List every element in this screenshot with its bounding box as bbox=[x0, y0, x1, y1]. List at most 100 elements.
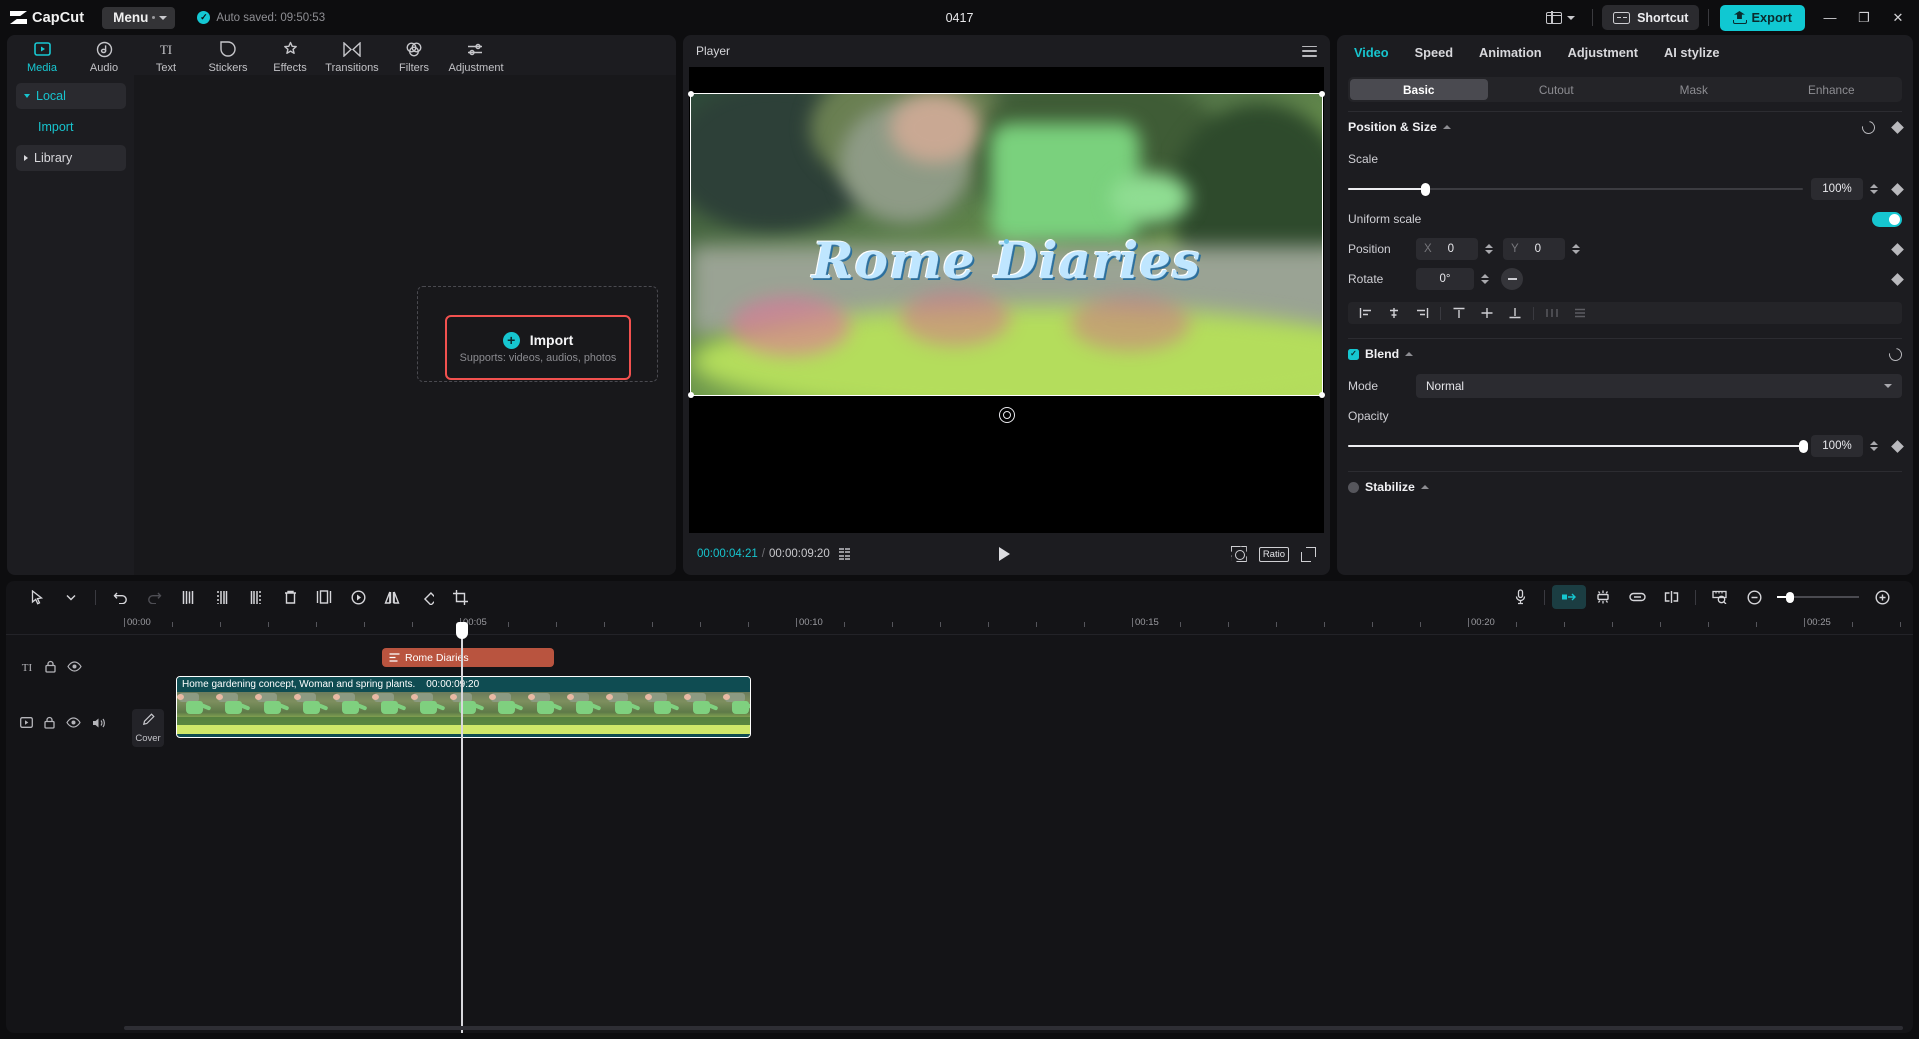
blend-checkbox[interactable]: ✓ bbox=[1348, 349, 1359, 360]
playhead[interactable] bbox=[461, 635, 463, 1033]
trim-right-icon[interactable] bbox=[239, 585, 273, 609]
nav-tab-audio[interactable]: Audio bbox=[73, 36, 135, 74]
undo-icon[interactable] bbox=[103, 585, 137, 609]
sidebar-item-local[interactable]: Local bbox=[16, 83, 126, 109]
sidebar-item-library[interactable]: Library bbox=[16, 145, 126, 171]
lock-icon[interactable] bbox=[44, 716, 55, 729]
stabilize-checkbox[interactable] bbox=[1348, 482, 1359, 493]
rotate-stepper[interactable] bbox=[1478, 270, 1491, 288]
link-icon[interactable] bbox=[1620, 585, 1654, 609]
tab-ai-stylize[interactable]: AI stylize bbox=[1664, 45, 1719, 60]
keyframe-icon[interactable] bbox=[1891, 440, 1904, 453]
nav-tab-effects[interactable]: Effects bbox=[259, 36, 321, 74]
close-button[interactable]: ✕ bbox=[1881, 3, 1915, 33]
sidebar-item-import[interactable]: Import bbox=[16, 114, 126, 140]
tab-adjustment[interactable]: Adjustment bbox=[1568, 45, 1638, 60]
zoom-out-icon[interactable] bbox=[1737, 585, 1771, 609]
opacity-stepper[interactable] bbox=[1867, 437, 1880, 455]
rotate-icon[interactable] bbox=[409, 585, 443, 609]
position-x-field[interactable]: X 0 bbox=[1416, 238, 1478, 260]
shortcut-button[interactable]: Shortcut bbox=[1602, 5, 1699, 30]
delete-icon[interactable] bbox=[273, 585, 307, 609]
export-button[interactable]: Export bbox=[1720, 5, 1805, 31]
maximize-button[interactable]: ❐ bbox=[1847, 3, 1881, 33]
position-y-stepper[interactable] bbox=[1569, 240, 1582, 258]
opacity-value[interactable]: 100% bbox=[1811, 435, 1863, 457]
segment-enhance[interactable]: Enhance bbox=[1763, 79, 1901, 100]
keyframe-icon[interactable] bbox=[1891, 183, 1904, 196]
keyframe-icon[interactable] bbox=[1891, 273, 1904, 286]
reset-icon[interactable] bbox=[1859, 118, 1877, 136]
align-bottom-icon[interactable] bbox=[1501, 303, 1529, 323]
segment-basic[interactable]: Basic bbox=[1350, 79, 1488, 100]
distribute-vertical-icon[interactable] bbox=[1566, 303, 1594, 323]
tab-animation[interactable]: Animation bbox=[1479, 45, 1542, 60]
timeline-zoom-slider[interactable] bbox=[1777, 591, 1859, 603]
align-top-icon[interactable] bbox=[1445, 303, 1473, 323]
nav-tab-transitions[interactable]: Transitions bbox=[321, 36, 383, 74]
magnet-icon[interactable] bbox=[1552, 585, 1586, 609]
play-button[interactable] bbox=[999, 547, 1010, 561]
playhead-handle[interactable] bbox=[456, 622, 468, 639]
zoom-fit-icon[interactable] bbox=[1231, 546, 1247, 562]
align-center-vertical-icon[interactable] bbox=[1473, 303, 1501, 323]
chevron-up-icon[interactable] bbox=[1405, 352, 1413, 356]
nav-tab-filters[interactable]: Filters bbox=[383, 36, 445, 74]
keyframe-icon[interactable] bbox=[1891, 243, 1904, 256]
rotate-handle-icon[interactable] bbox=[999, 407, 1015, 423]
keyframe-icon[interactable] bbox=[1891, 121, 1904, 134]
crop-icon[interactable] bbox=[443, 585, 477, 609]
timeline-video-clip[interactable]: Home gardening concept, Woman and spring… bbox=[176, 676, 751, 738]
scale-stepper[interactable] bbox=[1867, 180, 1880, 198]
align-center-horizontal-icon[interactable] bbox=[1380, 303, 1408, 323]
hamburger-icon[interactable] bbox=[1302, 46, 1317, 57]
zoom-in-icon[interactable] bbox=[1865, 585, 1899, 609]
menu-button[interactable]: Menu bbox=[102, 7, 175, 29]
auto-adjust-icon[interactable] bbox=[1586, 585, 1620, 609]
chevron-up-icon[interactable] bbox=[1421, 485, 1429, 489]
freeze-frame-icon[interactable] bbox=[307, 585, 341, 609]
tab-video[interactable]: Video bbox=[1354, 45, 1389, 60]
import-button[interactable]: + Import Supports: videos, audios, photo… bbox=[445, 315, 631, 380]
nav-tab-stickers[interactable]: Stickers bbox=[197, 36, 259, 74]
position-x-stepper[interactable] bbox=[1482, 240, 1495, 258]
volume-icon[interactable] bbox=[92, 717, 106, 729]
eye-icon[interactable] bbox=[66, 717, 81, 728]
blend-mode-select[interactable]: Normal bbox=[1416, 374, 1902, 398]
trim-left-icon[interactable] bbox=[205, 585, 239, 609]
unlink-icon[interactable] bbox=[1654, 585, 1688, 609]
timeline-ruler[interactable]: 00:00 00:05 00:10 00:15 00:20 00:25 bbox=[6, 613, 1913, 635]
mirror-icon[interactable] bbox=[375, 585, 409, 609]
nav-tab-media[interactable]: Media bbox=[11, 36, 73, 74]
eye-icon[interactable] bbox=[67, 661, 82, 672]
frames-icon[interactable] bbox=[839, 548, 851, 561]
minimize-button[interactable]: — bbox=[1813, 3, 1847, 33]
scale-slider[interactable] bbox=[1348, 182, 1803, 196]
lock-icon[interactable] bbox=[45, 660, 56, 673]
rotate-value[interactable]: 0° bbox=[1416, 268, 1474, 290]
reset-icon[interactable] bbox=[1886, 345, 1904, 363]
align-right-icon[interactable] bbox=[1408, 303, 1436, 323]
ratio-button[interactable]: Ratio bbox=[1259, 547, 1289, 562]
cover-button[interactable]: Cover bbox=[132, 709, 164, 747]
align-left-icon[interactable] bbox=[1352, 303, 1380, 323]
microphone-icon[interactable] bbox=[1503, 585, 1537, 609]
position-y-field[interactable]: Y 0 bbox=[1503, 238, 1565, 260]
distribute-horizontal-icon[interactable] bbox=[1538, 303, 1566, 323]
chevron-down-icon[interactable] bbox=[54, 585, 88, 609]
scale-value[interactable]: 100% bbox=[1811, 178, 1863, 200]
opacity-slider[interactable] bbox=[1348, 439, 1803, 453]
timeline-text-clip[interactable]: Rome Diaries bbox=[382, 648, 554, 667]
timeline-horizontal-scrollbar[interactable] bbox=[124, 1026, 1903, 1030]
split-icon[interactable] bbox=[171, 585, 205, 609]
nav-tab-text[interactable]: TI Text bbox=[135, 36, 197, 74]
layout-button[interactable] bbox=[1538, 8, 1583, 28]
tab-speed[interactable]: Speed bbox=[1415, 45, 1453, 60]
chevron-up-icon[interactable] bbox=[1443, 125, 1451, 129]
segment-mask[interactable]: Mask bbox=[1625, 79, 1763, 100]
mirror-button[interactable] bbox=[1501, 268, 1523, 290]
nav-tab-adjustment[interactable]: Adjustment bbox=[445, 36, 507, 74]
reverse-icon[interactable] bbox=[341, 585, 375, 609]
select-tool-icon[interactable] bbox=[20, 585, 54, 609]
measure-icon[interactable] bbox=[1703, 585, 1737, 609]
